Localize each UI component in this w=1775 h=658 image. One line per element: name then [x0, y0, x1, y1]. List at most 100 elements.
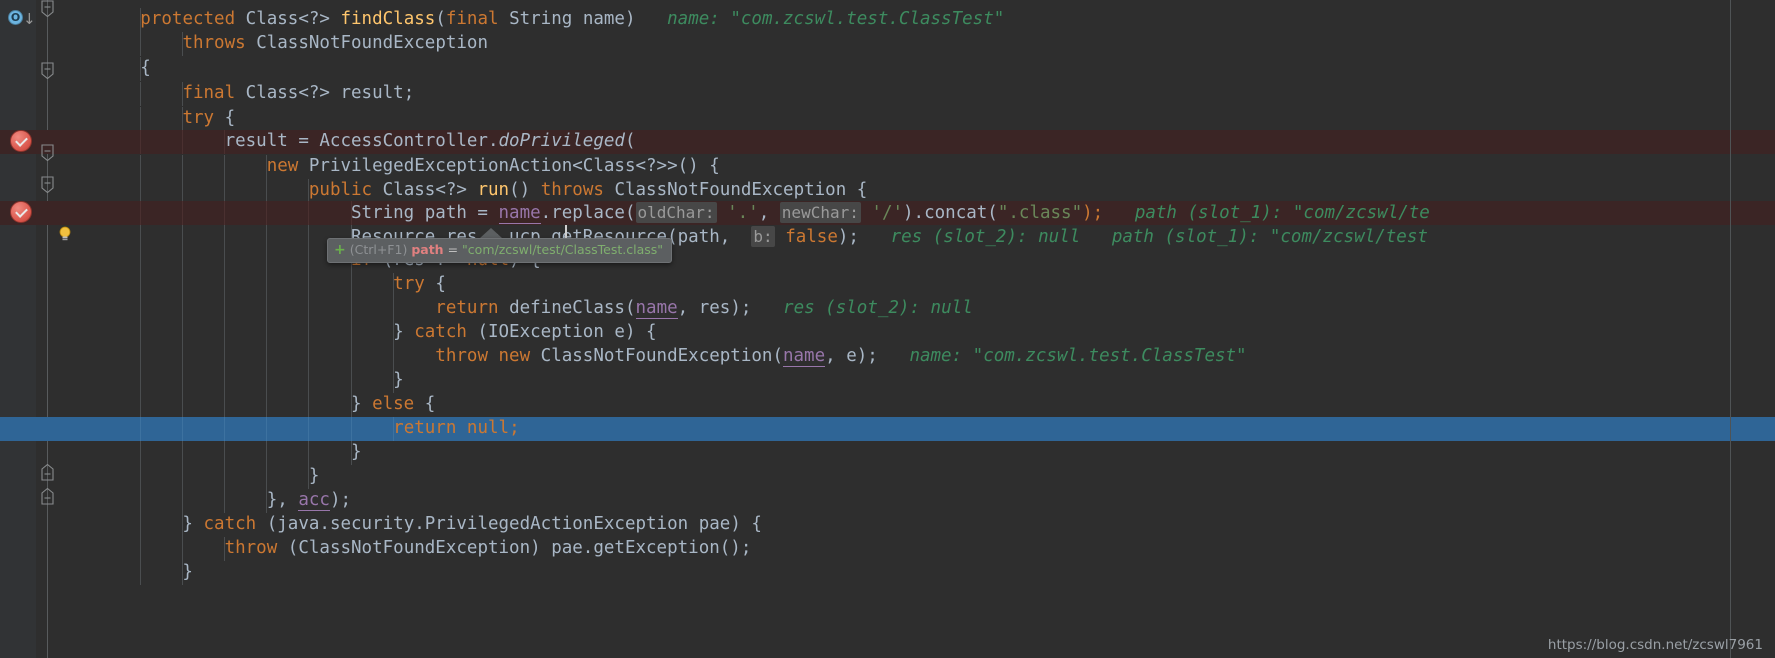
- token-txt: ClassNotFoundException: [256, 33, 488, 53]
- token-kw: new: [266, 156, 309, 176]
- line-close-catch[interactable]: }: [0, 369, 1775, 393]
- line-catch-ioexception[interactable]: } catch (IOException e) {: [0, 321, 1775, 345]
- code-text: }, acc);: [56, 489, 351, 513]
- token-txt: }: [56, 322, 415, 342]
- code-text: }: [56, 465, 320, 489]
- fold-collapse-icon-5[interactable]: [41, 488, 54, 505]
- token-kw: protected: [140, 9, 246, 29]
- token-txt: }: [56, 466, 320, 486]
- token-kw: );: [1082, 203, 1104, 223]
- token-str: '.': [727, 203, 759, 223]
- line-public-run[interactable]: public Class<?> run() throws ClassNotFou…: [0, 179, 1775, 203]
- token-txt: .replace(: [540, 203, 636, 223]
- breakpoint-icon-string-path[interactable]: [10, 201, 32, 223]
- token-txt: }: [56, 562, 193, 582]
- token-field: name: [635, 298, 678, 319]
- debug-value-tooltip[interactable]: + (Ctrl+F1) path = "com/zcswl/test/Class…: [327, 238, 673, 263]
- token-txt: (IOException e) {: [477, 322, 657, 342]
- breakpoint-icon-doprivileged[interactable]: [10, 130, 32, 152]
- token-txt: (: [435, 9, 446, 29]
- token-txt: (: [624, 131, 636, 151]
- tooltip-equals: =: [447, 242, 459, 257]
- line-return-null[interactable]: return null;: [0, 417, 1775, 441]
- line-close-anon-acc[interactable]: }, acc);: [0, 489, 1775, 513]
- code-text: try {: [56, 107, 235, 131]
- code-text: protected Class<?> findClass(final Strin…: [56, 8, 1004, 32]
- token-txt: }: [56, 394, 373, 414]
- line-findclass-signature[interactable]: protected Class<?> findClass(final Strin…: [0, 8, 1775, 32]
- code-text: return defineClass(name, res); res (slot…: [56, 297, 973, 321]
- watermark-url: https://blog.csdn.net/zcswl7961: [1547, 637, 1763, 653]
- fold-collapse-icon-3[interactable]: [41, 176, 54, 193]
- line-inner-try[interactable]: try {: [0, 273, 1775, 297]
- token-txt: PrivilegedExceptionAction<Class<?>>() {: [308, 156, 720, 176]
- line-try[interactable]: try {: [0, 107, 1775, 131]
- override-method-icon[interactable]: O: [8, 10, 23, 25]
- tooltip-variable-name: path: [411, 242, 444, 257]
- line-close-else[interactable]: }: [0, 441, 1775, 465]
- token-txt: , e);: [825, 346, 878, 366]
- code-text: return null;: [56, 417, 519, 441]
- line-throw-getexception[interactable]: throw (ClassNotFoundException) pae.getEx…: [0, 537, 1775, 561]
- token-txt: {: [224, 108, 236, 128]
- token-kw: final: [445, 9, 510, 29]
- add-watch-icon[interactable]: +: [334, 242, 346, 258]
- token-kw: throw new: [435, 346, 541, 366]
- line-catch-privilegedaction[interactable]: } catch (java.security.PrivilegedActionE…: [0, 513, 1775, 537]
- token-txt: ,: [758, 203, 780, 223]
- token-txt: }: [56, 370, 404, 390]
- code-text: Resource res = ucp.getResource(path, b: …: [56, 225, 1428, 250]
- token-txt: {: [435, 274, 446, 294]
- token-kw: try: [182, 108, 225, 128]
- line-close-if[interactable]: }: [0, 465, 1775, 489]
- fold-collapse-icon-2[interactable]: [41, 144, 54, 161]
- token-phint: b:: [751, 226, 775, 247]
- fold-collapse-icon-4[interactable]: [41, 464, 54, 481]
- token-txt: Class<?> result;: [245, 83, 415, 103]
- line-getresource[interactable]: Resource res = ucp.getResource(path, b: …: [0, 225, 1775, 249]
- token-kw: final: [182, 83, 246, 103]
- token-txt: , res);: [677, 298, 752, 318]
- tooltip-arrow: [480, 228, 502, 238]
- line-else[interactable]: } else {: [0, 393, 1775, 417]
- code-editor[interactable]: protected Class<?> findClass(final Strin…: [0, 0, 1775, 658]
- line-throws[interactable]: throws ClassNotFoundException: [0, 32, 1775, 56]
- line-doprivileged[interactable]: result = AccessController.doPrivileged(: [0, 130, 1775, 154]
- token-txt: defineClass(: [509, 298, 636, 318]
- line-return-defineclass[interactable]: return defineClass(name, res); res (slot…: [0, 297, 1775, 321]
- line-close-catch-block[interactable]: }: [0, 561, 1775, 585]
- intention-lightbulb-icon[interactable]: [58, 226, 72, 242]
- token-txt: }: [56, 514, 204, 534]
- line-if-res-not-null[interactable]: if (res != null) {: [0, 249, 1775, 273]
- line-string-path-replace[interactable]: String path = name.replace(oldChar: '.',…: [0, 201, 1775, 225]
- token-kw: return null: [393, 418, 510, 438]
- token-field: name: [782, 346, 826, 367]
- token-field: name: [498, 203, 541, 224]
- token-str: '/': [871, 203, 904, 223]
- fold-collapse-icon-1[interactable]: [41, 62, 54, 79]
- token-txt: result = AccessController.: [56, 131, 499, 151]
- token-txt: {: [56, 58, 151, 78]
- line-final-class-result[interactable]: final Class<?> result;: [0, 82, 1775, 106]
- fold-region-end-icon[interactable]: [41, 0, 54, 17]
- right-margin-rule: [1730, 0, 1731, 658]
- line-throw-classnotfound[interactable]: throw new ClassNotFoundException(name, e…: [0, 345, 1775, 369]
- code-text: }: [56, 369, 404, 393]
- line-new-privilegedexceptionaction[interactable]: new PrivilegedExceptionAction<Class<?>>(…: [0, 155, 1775, 179]
- line-open-brace[interactable]: {: [0, 57, 1775, 81]
- token-txt: ClassNotFoundException {: [614, 180, 868, 200]
